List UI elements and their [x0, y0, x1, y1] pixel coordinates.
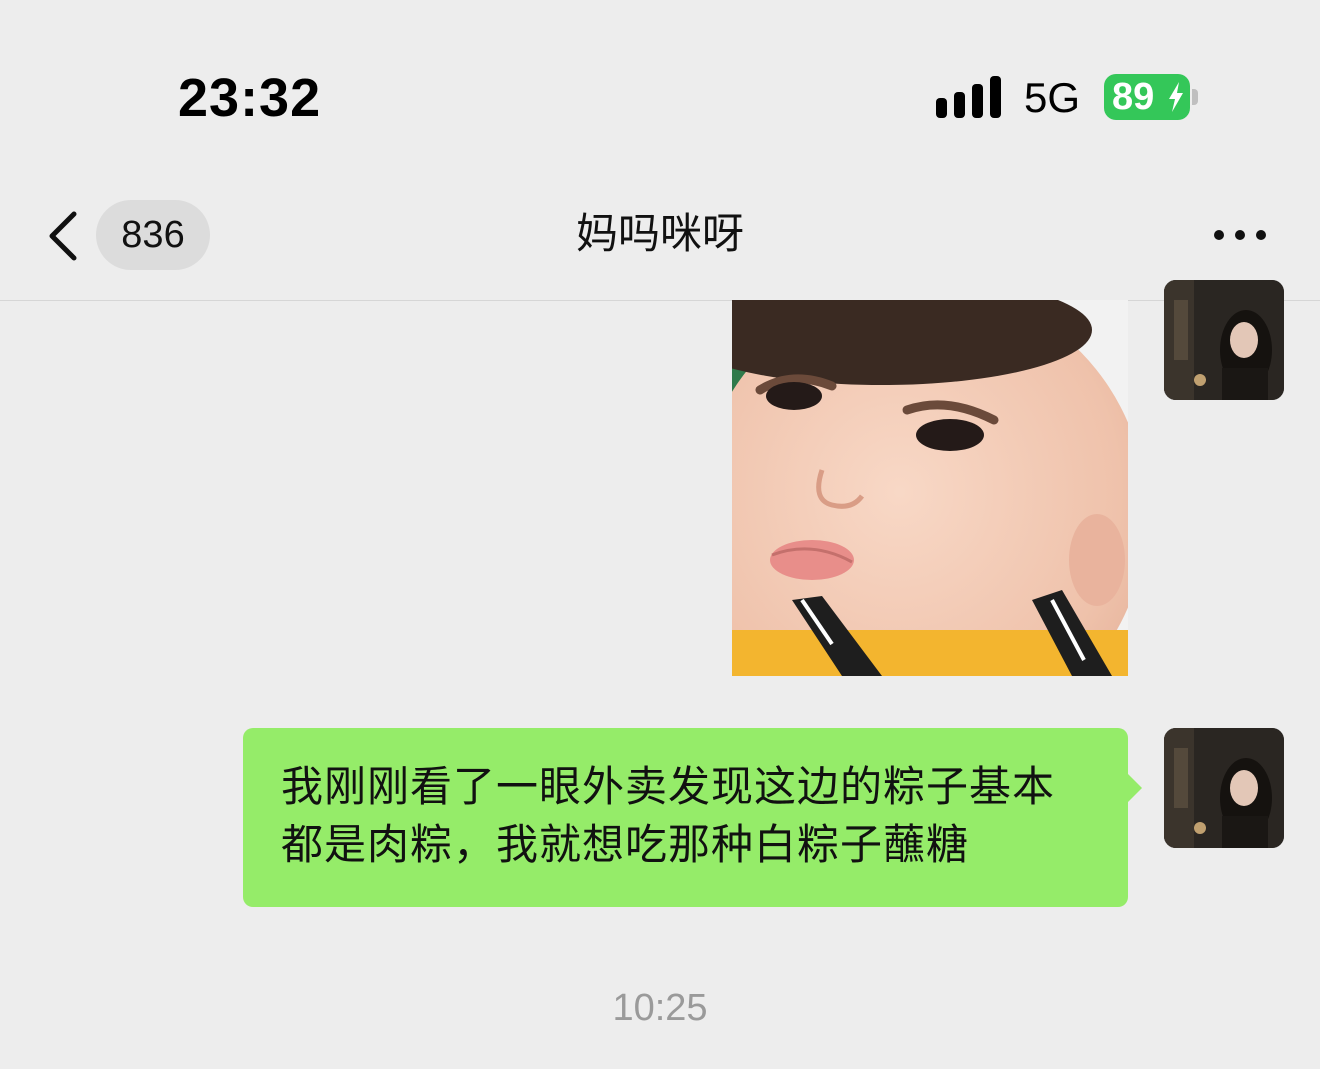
message-text: 我刚刚看了一眼外卖发现这边的粽子基本都是肉粽，我就想吃那种白粽子蘸糖 [281, 762, 1056, 869]
more-dots-icon[interactable] [1212, 226, 1268, 244]
back-chevron-icon[interactable] [46, 210, 80, 262]
status-time: 23:32 [178, 68, 322, 128]
battery-indicator: 89 [1104, 74, 1190, 120]
avatar-image [1164, 280, 1284, 400]
battery-level: 89 [1112, 76, 1155, 118]
message-timestamp: 10:25 [612, 987, 708, 1029]
avatar[interactable] [1164, 280, 1284, 400]
chat-header: 836 妈吗咪呀 [0, 170, 1320, 301]
battery-cap [1192, 89, 1198, 105]
network-type: 5G [1024, 74, 1081, 121]
unread-count-badge[interactable]: 836 [96, 200, 210, 270]
chat-title: 妈吗咪呀 [575, 209, 744, 258]
signal-icon [936, 76, 1001, 118]
bubble-tail [1126, 772, 1142, 804]
toddler-photo [732, 300, 1128, 676]
chat-screen: 23:32 5G 89 836 妈吗咪呀 我刚刚看了一眼外卖发现这边的粽子基本都… [0, 0, 1320, 1069]
avatar[interactable] [1164, 728, 1284, 848]
charging-bolt-icon [1169, 82, 1183, 112]
text-message-bubble[interactable]: 我刚刚看了一眼外卖发现这边的粽子基本都是肉粽，我就想吃那种白粽子蘸糖 [243, 728, 1128, 907]
avatar-image [1164, 728, 1284, 848]
image-message[interactable] [732, 300, 1128, 676]
